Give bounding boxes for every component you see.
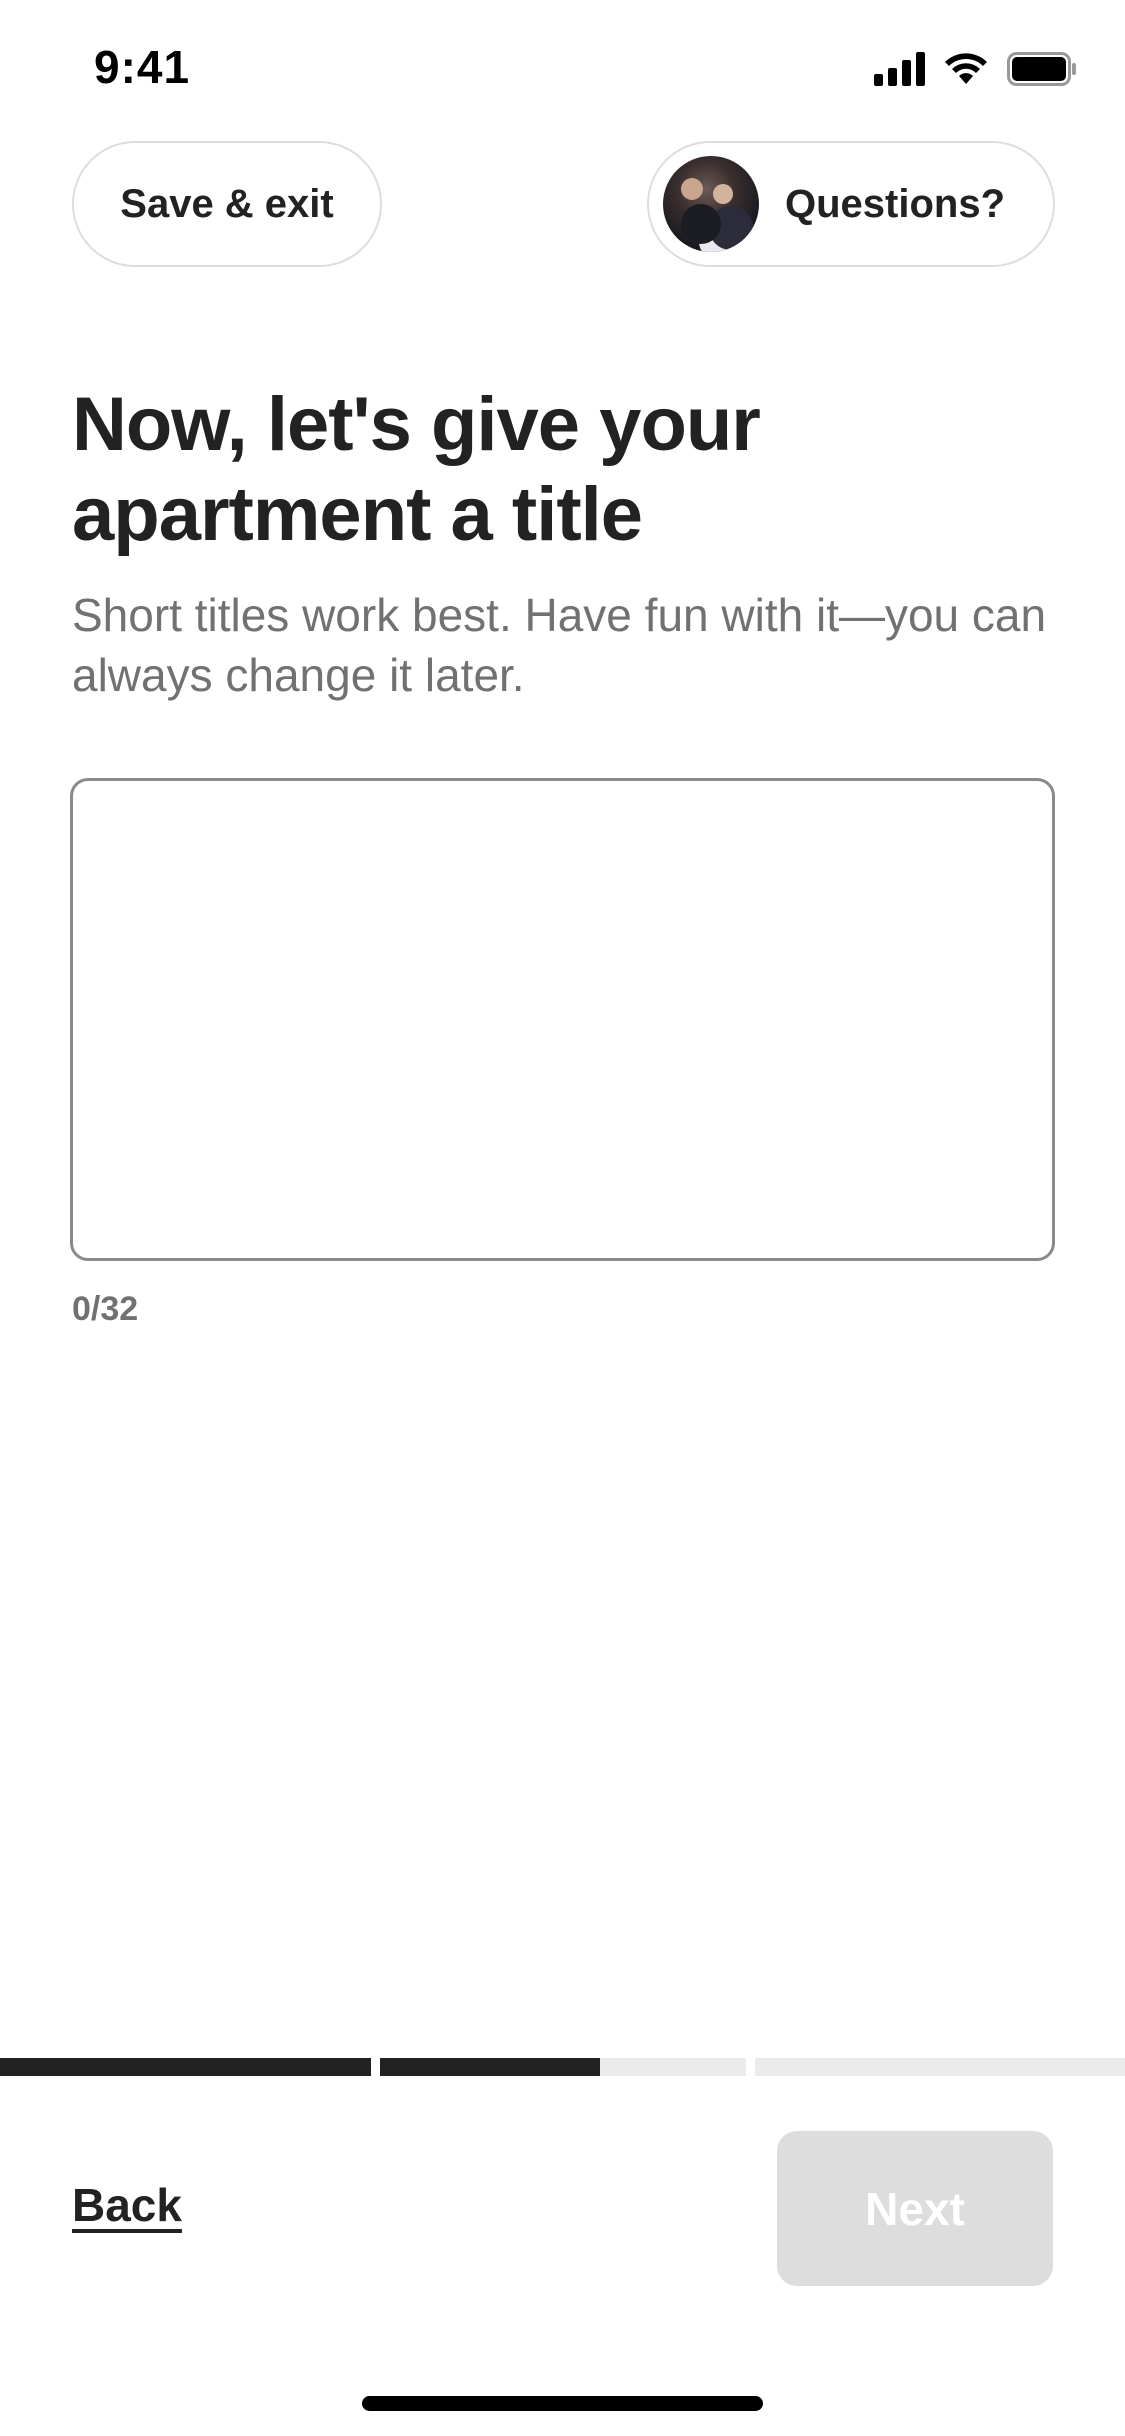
next-button[interactable]: Next: [777, 2131, 1053, 2286]
listing-title-input[interactable]: [70, 778, 1055, 1261]
questions-label: Questions?: [785, 181, 1006, 226]
back-link[interactable]: Back: [72, 2178, 182, 2232]
progress-segment-fill: [380, 2058, 600, 2076]
progress-bar: [0, 2058, 1125, 2076]
questions-button[interactable]: Questions?: [647, 141, 1055, 267]
status-bar: 9:41: [0, 0, 1125, 140]
status-time: 9:41: [94, 41, 191, 93]
battery-icon: [1007, 52, 1077, 86]
wifi-icon: [943, 52, 989, 86]
character-counter: 0/32: [72, 1290, 139, 1328]
host-avatar: [663, 156, 759, 252]
page-subtitle: Short titles work best. Have fun with it…: [72, 589, 1047, 701]
page-title: Now, let's give your apartment a title: [72, 382, 761, 557]
cellular-signal-icon: [874, 52, 925, 86]
progress-segment-fill: [0, 2058, 371, 2076]
home-indicator: [362, 2396, 763, 2411]
save-exit-button[interactable]: Save & exit: [72, 141, 382, 267]
progress-segment: [0, 2058, 371, 2076]
progress-segment: [380, 2058, 746, 2076]
title-step-screen: 9:41 Save & exit Questions? Now, let's g…: [0, 0, 1125, 2436]
progress-segment: [755, 2058, 1125, 2076]
status-icons: [874, 48, 1077, 90]
